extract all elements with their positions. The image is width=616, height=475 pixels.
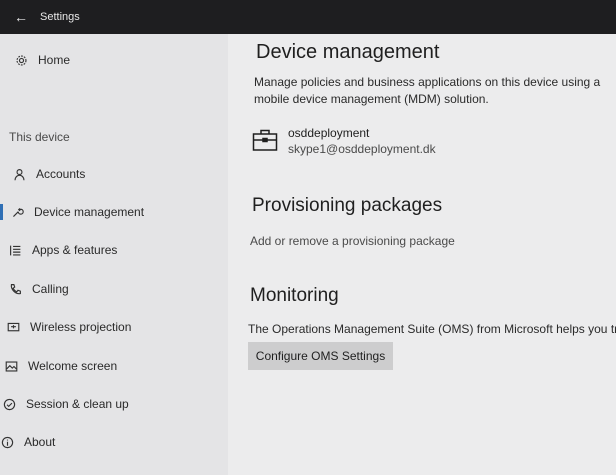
sidebar-item-about[interactable]: About [0, 425, 228, 459]
image-icon [2, 360, 20, 373]
configure-oms-settings-button[interactable]: Configure OMS Settings [248, 342, 393, 370]
sidebar-item-device-management[interactable]: Device management [0, 195, 228, 229]
sidebar-item-session-clean-up[interactable]: Session & clean up [0, 387, 228, 421]
info-icon [0, 436, 16, 449]
mdm-account[interactable]: osddeployment skype1@osddeployment.dk [252, 126, 436, 156]
sidebar-item-label: Welcome screen [28, 359, 118, 373]
monitoring-description: The Operations Management Suite (OMS) fr… [248, 322, 616, 336]
phone-icon [6, 283, 24, 296]
section-label-this-device: This device [9, 130, 70, 144]
sidebar-item-apps-features[interactable]: Apps & features [0, 233, 228, 267]
person-icon [10, 168, 28, 181]
check-circle-icon [0, 398, 18, 411]
gear-icon [12, 54, 30, 67]
account-details: osddeployment skype1@osddeployment.dk [288, 126, 436, 156]
sidebar-item-label: Session & clean up [26, 397, 129, 411]
provisioning-packages-heading: Provisioning packages [252, 195, 443, 216]
title-bar: ← Settings [0, 0, 616, 34]
sidebar-item-label: Home [38, 53, 71, 67]
back-arrow-icon[interactable]: ← [14, 9, 28, 25]
monitoring-heading: Monitoring [250, 285, 339, 306]
sidebar: Home This device Accounts Device managem… [0, 34, 228, 475]
sidebar-item-accounts[interactable]: Accounts [0, 157, 228, 191]
sidebar-item-label: Calling [32, 282, 69, 296]
list-icon [6, 244, 24, 257]
sidebar-item-label: Apps & features [32, 243, 118, 257]
sidebar-item-label: Device management [34, 205, 145, 219]
sidebar-item-home[interactable]: Home [0, 43, 228, 77]
sidebar-item-welcome-screen[interactable]: Welcome screen [0, 349, 228, 383]
projector-icon [4, 321, 22, 334]
window-title: Settings [40, 11, 80, 23]
sidebar-item-wireless-projection[interactable]: Wireless projection [0, 310, 228, 344]
sidebar-item-label: Wireless projection [30, 320, 132, 334]
sidebar-item-label: Accounts [36, 167, 86, 181]
device-management-description: Manage policies and business application… [254, 75, 601, 106]
wrench-icon [8, 206, 26, 219]
briefcase-icon [252, 129, 278, 151]
main-content: Device management Manage policies and bu… [228, 34, 616, 475]
account-name: osddeployment [288, 126, 370, 140]
sidebar-item-label: About [24, 435, 56, 449]
add-remove-provisioning-link[interactable]: Add or remove a provisioning package [250, 234, 455, 248]
account-email: skype1@osddeployment.dk [288, 142, 436, 156]
sidebar-item-calling[interactable]: Calling [0, 272, 228, 306]
page-title: Device management [256, 41, 440, 63]
